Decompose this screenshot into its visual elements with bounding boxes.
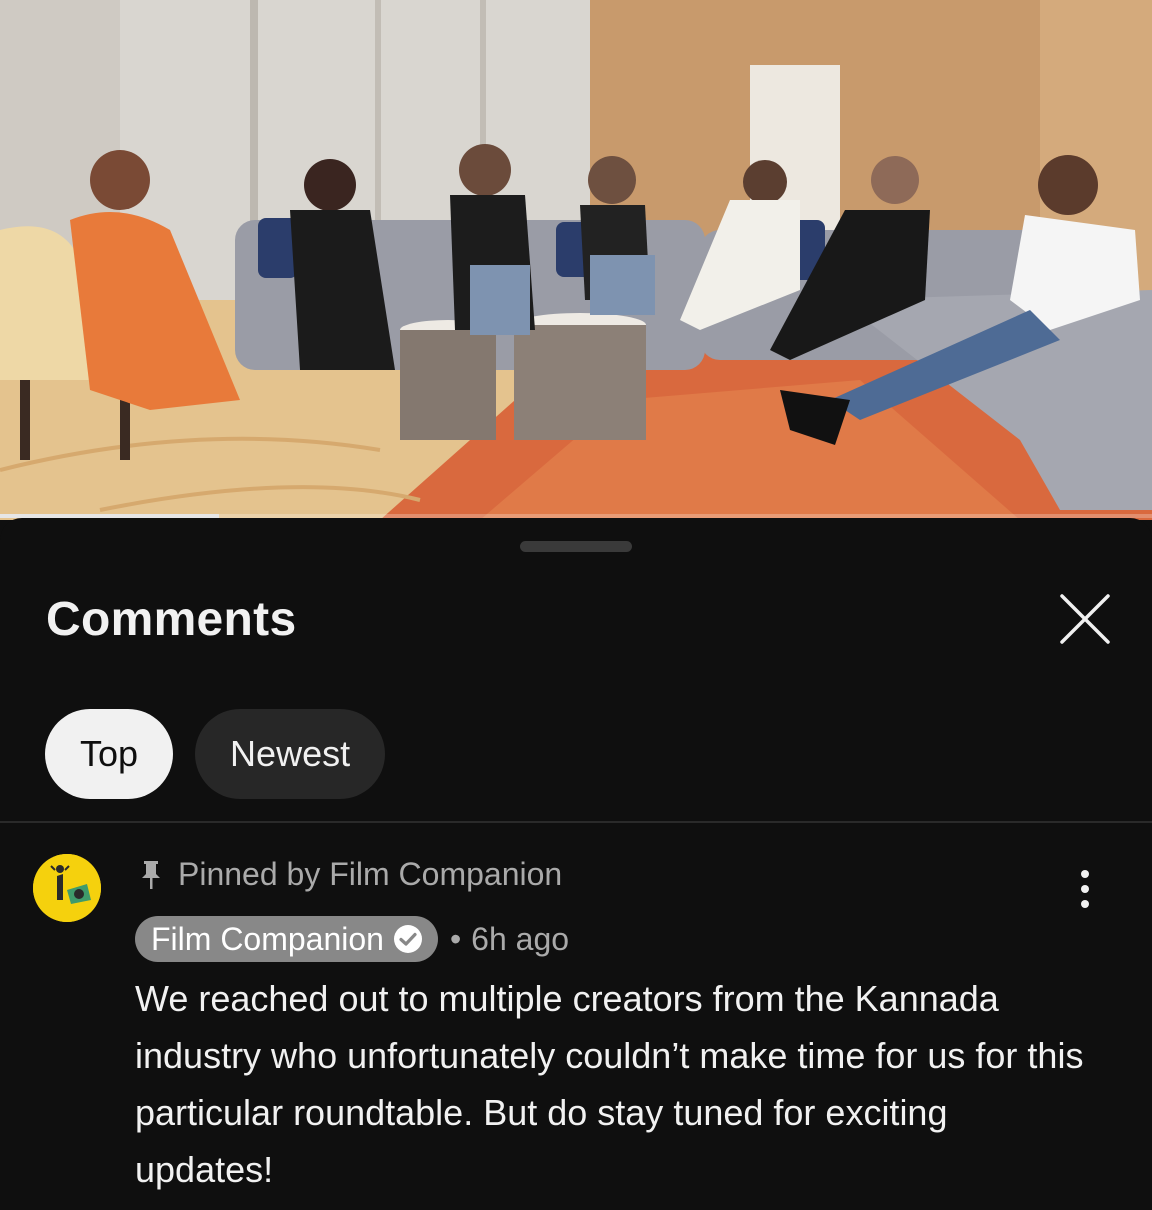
avatar[interactable] xyxy=(33,854,101,922)
comment-text: We reached out to multiple creators from… xyxy=(135,978,1084,1190)
comments-title: Comments xyxy=(46,593,297,646)
pinned-by-text: Pinned by Film Companion xyxy=(178,856,563,892)
comment-sort-chips: Top Newest xyxy=(45,709,386,799)
close-button[interactable] xyxy=(1054,588,1116,650)
verified-check-icon xyxy=(393,925,422,953)
video-player[interactable] xyxy=(0,0,1152,520)
comments-sheet: Comments Top Newest Pinned by Film Compa… xyxy=(0,518,1152,1210)
separator-dot: • xyxy=(449,920,462,957)
film-companion-logo-icon xyxy=(33,854,101,922)
comment-header: Film Companion • 6h ago xyxy=(135,916,569,962)
author-channel-chip[interactable]: Film Companion xyxy=(135,916,438,962)
sort-chip-newest[interactable]: Newest xyxy=(195,709,386,799)
author-name: Film Companion xyxy=(151,920,384,957)
pin-icon xyxy=(142,860,160,889)
divider xyxy=(0,821,1152,823)
video-frame-image xyxy=(0,0,1152,520)
more-vert-icon xyxy=(1081,870,1089,908)
comment-timestamp: 6h ago xyxy=(471,920,570,957)
close-icon xyxy=(1060,594,1110,644)
pinned-label-row: Pinned by Film Companion xyxy=(140,856,562,893)
drag-handle[interactable] xyxy=(520,541,632,552)
comment-menu-button[interactable] xyxy=(1060,864,1110,914)
sort-chip-top[interactable]: Top xyxy=(45,709,174,799)
